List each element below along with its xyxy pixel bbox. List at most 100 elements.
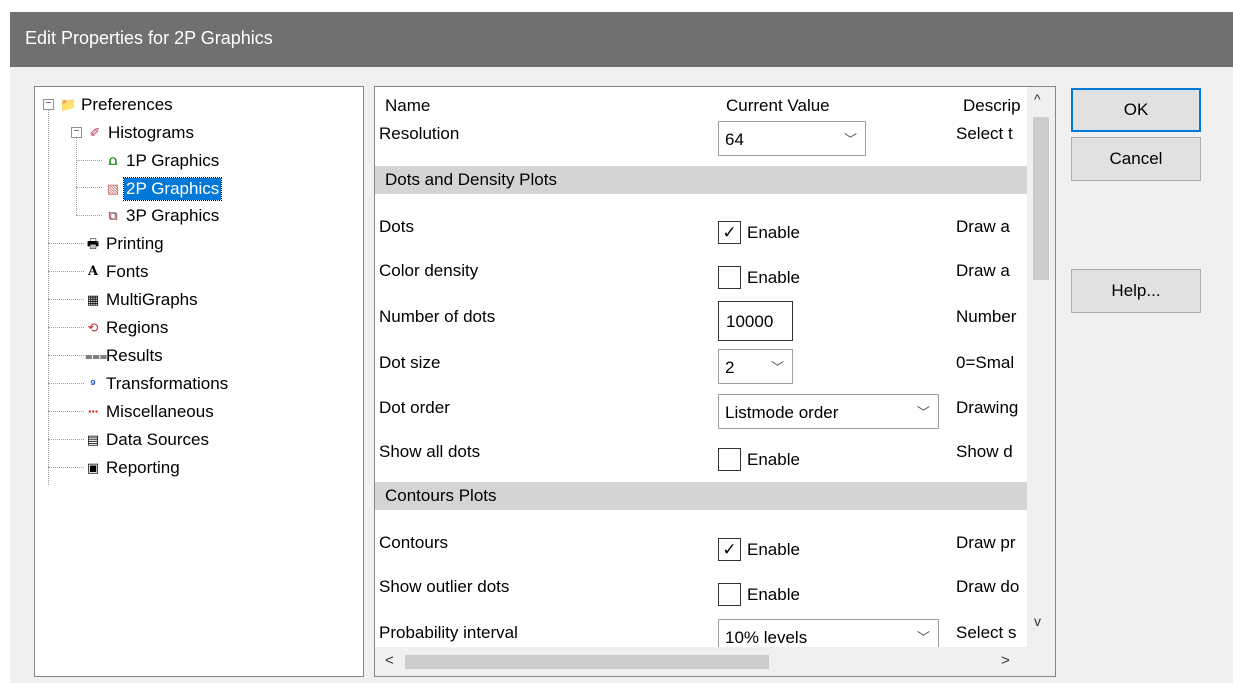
ok-button[interactable]: OK xyxy=(1071,88,1201,132)
tree-item-2p-graphics[interactable]: ▧ 2P Graphics xyxy=(105,177,223,201)
property-desc-show-all-dots: Show d xyxy=(956,442,1013,461)
tree-connector xyxy=(76,160,102,161)
tree-connector xyxy=(48,243,84,244)
checkbox-unchecked-icon xyxy=(718,448,741,471)
tree-connector xyxy=(48,109,49,485)
checkbox-unchecked-icon xyxy=(718,266,741,289)
3p-graphic-icon: ⧉ xyxy=(108,208,118,223)
checkbox-unchecked-icon xyxy=(718,583,741,606)
chevron-down-icon: ﹀ xyxy=(770,360,784,375)
tree-connector xyxy=(48,439,84,440)
tree-connector xyxy=(76,137,77,215)
tree-connector xyxy=(48,327,84,328)
dot-order-dropdown[interactable]: Listmode order ﹀ xyxy=(718,394,939,429)
column-header-description[interactable]: Descrip xyxy=(963,96,1021,116)
tree-item-results[interactable]: ⩶ Results xyxy=(85,344,165,368)
property-desc-number-of-dots: Number xyxy=(956,307,1017,326)
vertical-scroll-thumb[interactable] xyxy=(1033,117,1049,280)
scroll-up-icon[interactable]: ^ xyxy=(1034,91,1041,107)
tree-item-3p-graphics[interactable]: ⧉ 3P Graphics xyxy=(105,204,221,228)
scroll-down-icon[interactable]: v xyxy=(1034,613,1041,629)
property-grid-content: Name Current Value Descrip Resolution 64… xyxy=(375,87,1027,647)
collapse-histograms-icon[interactable]: − xyxy=(71,127,82,138)
tree-item-label: Histograms xyxy=(108,123,194,142)
scrollbar-corner xyxy=(1027,647,1055,676)
color-density-enable-checkbox[interactable]: Enable xyxy=(718,266,800,289)
2p-graphic-icon: ▧ xyxy=(106,181,120,196)
tree-item-data-sources[interactable]: ▤ Data Sources xyxy=(85,428,211,452)
tree-item-printing[interactable]: 🖶 Printing xyxy=(85,232,166,256)
tree-item-histograms[interactable]: ✐ Histograms xyxy=(87,121,196,145)
vertical-scrollbar[interactable]: ^ v xyxy=(1027,87,1055,647)
collapse-preferences-icon[interactable]: − xyxy=(43,99,54,110)
tree-item-label: Miscellaneous xyxy=(106,402,214,421)
tree-item-label: 1P Graphics xyxy=(126,151,220,170)
preferences-tree[interactable]: − 📁 Preferences − ✐ Histograms ⩍ 1P Grap… xyxy=(34,86,364,677)
section-title: Dots and Density Plots xyxy=(385,170,557,189)
chevron-down-icon: ﹀ xyxy=(843,132,857,147)
dot-order-value: Listmode order xyxy=(725,403,839,422)
tree-item-reporting[interactable]: ▣ Reporting xyxy=(85,456,182,480)
tree-item-regions[interactable]: ⟲ Regions xyxy=(85,316,170,340)
font-icon: A xyxy=(87,264,99,279)
section-header-dots-density: Dots and Density Plots xyxy=(375,166,1027,194)
tree-item-label: Transformations xyxy=(106,374,229,393)
property-name-show-all-dots: Show all dots xyxy=(379,442,481,461)
probability-interval-dropdown[interactable]: 10% levels ﹀ xyxy=(718,619,939,647)
property-name-color-density: Color density xyxy=(379,261,479,280)
checkbox-label: Enable xyxy=(747,449,800,469)
data-source-icon: ▤ xyxy=(86,432,100,447)
tree-connector xyxy=(48,299,84,300)
property-desc-probability-interval: Select s xyxy=(956,623,1017,642)
tree-item-label: Regions xyxy=(106,318,169,337)
column-header-name[interactable]: Name xyxy=(385,96,430,116)
tree-item-fonts[interactable]: A Fonts xyxy=(85,260,151,284)
section-title: Contours Plots xyxy=(385,486,497,505)
property-name-contours: Contours xyxy=(379,533,448,552)
chevron-down-icon: ﹀ xyxy=(916,630,930,645)
dotted-line-icon: ··· xyxy=(88,404,99,419)
tree-item-miscellaneous[interactable]: ··· Miscellaneous xyxy=(85,400,216,424)
column-header-value[interactable]: Current Value xyxy=(726,96,830,116)
tree-item-label: Results xyxy=(106,346,163,365)
tree-connector xyxy=(48,411,84,412)
cancel-button[interactable]: Cancel xyxy=(1071,137,1201,181)
tree-connector xyxy=(48,355,84,356)
property-name-number-of-dots: Number of dots xyxy=(379,307,496,326)
checkbox-label: Enable xyxy=(747,222,800,242)
probability-interval-value: 10% levels xyxy=(725,628,808,647)
tree-item-label: Preferences xyxy=(81,95,173,114)
tree-item-transformations[interactable]: ⁹ Transformations xyxy=(85,372,230,396)
contours-enable-checkbox[interactable]: ✓ Enable xyxy=(718,538,800,561)
folder-icon: 📁 xyxy=(60,97,77,112)
number-of-dots-input[interactable]: 10000 xyxy=(718,301,793,341)
tree-connector xyxy=(76,187,102,188)
property-desc-resolution: Select t xyxy=(956,124,1013,143)
tree-connector xyxy=(48,467,84,468)
checkbox-checked-icon: ✓ xyxy=(718,538,741,561)
scroll-right-icon[interactable]: > xyxy=(1001,652,1010,669)
number-of-dots-value: 10000 xyxy=(726,312,774,331)
1p-graphic-icon: ⩍ xyxy=(108,153,118,168)
show-outlier-dots-enable-checkbox[interactable]: Enable xyxy=(718,583,800,606)
horizontal-scrollbar[interactable]: < > xyxy=(375,647,1027,676)
property-grid: Name Current Value Descrip Resolution 64… xyxy=(374,86,1056,677)
dot-size-dropdown[interactable]: 2 ﹀ xyxy=(718,349,793,384)
dialog-window: Edit Properties for 2P Graphics − 📁 Pref… xyxy=(10,12,1233,683)
scroll-left-icon[interactable]: < xyxy=(385,652,394,669)
section-header-contours: Contours Plots xyxy=(375,482,1027,510)
tree-item-label: Fonts xyxy=(106,262,149,281)
property-desc-dot-size: 0=Smal xyxy=(956,353,1015,372)
tree-item-preferences[interactable]: 📁 Preferences xyxy=(60,93,175,117)
resolution-dropdown[interactable]: 64 ﹀ xyxy=(718,121,866,156)
tree-item-multigraphs[interactable]: ▦ MultiGraphs xyxy=(85,288,200,312)
property-desc-show-outlier-dots: Draw do xyxy=(956,577,1020,596)
show-all-dots-enable-checkbox[interactable]: Enable xyxy=(718,448,800,471)
help-button[interactable]: Help... xyxy=(1071,269,1201,313)
histogram-pen-icon: ✐ xyxy=(89,125,101,140)
horizontal-scroll-thumb[interactable] xyxy=(405,655,769,669)
checkbox-label: Enable xyxy=(747,539,800,559)
tree-item-1p-graphics[interactable]: ⩍ 1P Graphics xyxy=(105,149,221,173)
results-icon: ⩶ xyxy=(85,348,108,363)
dots-enable-checkbox[interactable]: ✓ Enable xyxy=(718,221,800,244)
